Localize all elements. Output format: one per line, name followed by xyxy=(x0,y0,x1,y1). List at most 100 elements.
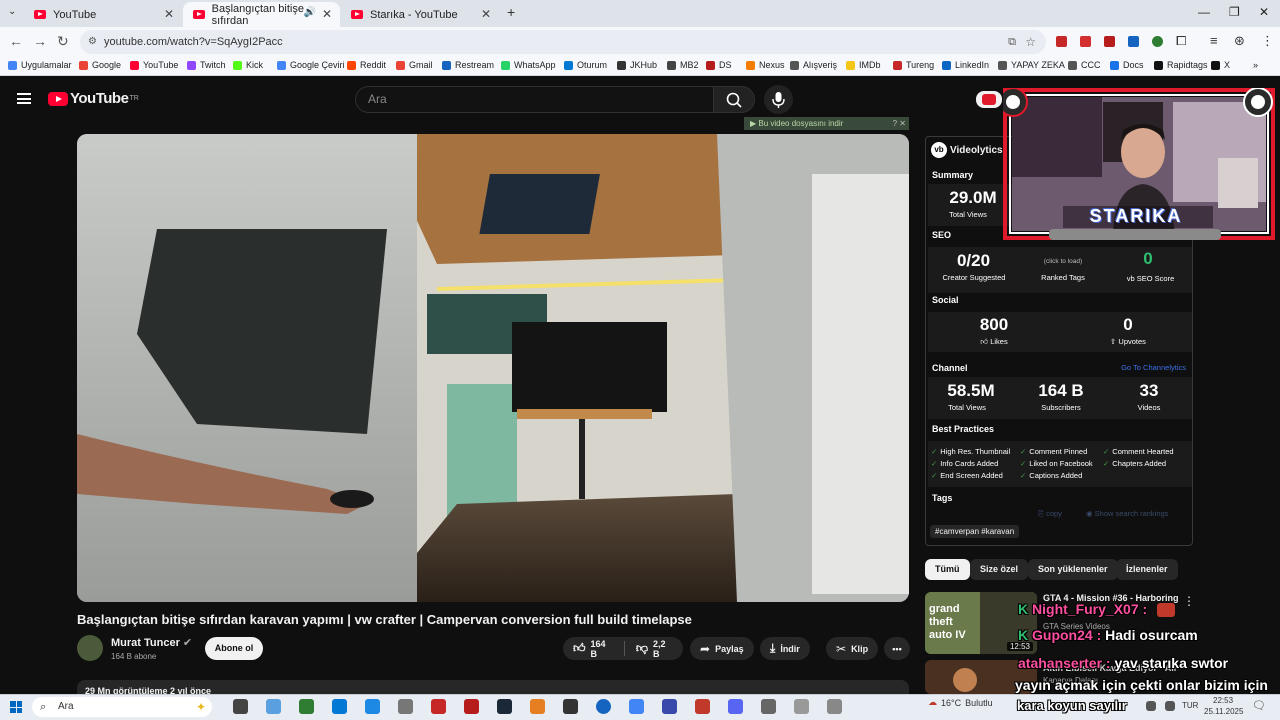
voice-search-button[interactable] xyxy=(764,85,793,114)
bookmark-item[interactable]: YAPAY ZEKA xyxy=(998,60,1065,70)
bookmark-item[interactable]: Reddit xyxy=(347,60,386,70)
profile-icon[interactable]: ⊛ xyxy=(1234,33,1245,49)
channel-avatar[interactable] xyxy=(77,635,103,661)
go-to-channelytics-link[interactable]: Go To Channelytics xyxy=(1121,363,1186,372)
bookmark-item[interactable]: Tureng xyxy=(893,60,934,70)
taskbar-app-icon[interactable] xyxy=(266,699,281,714)
bookmark-item[interactable]: IMDb xyxy=(846,60,881,70)
taskbar-app-icon[interactable] xyxy=(464,699,479,714)
windows-start-icon[interactable] xyxy=(10,701,22,713)
bookmark-item[interactable]: Restream xyxy=(442,60,494,70)
taskbar-app-icon[interactable] xyxy=(233,699,248,714)
download-button[interactable]: ⤓ İndir xyxy=(760,637,810,660)
bookmark-item[interactable]: Google Çeviri xyxy=(277,60,345,70)
youtube-logo[interactable]: YouTube TR xyxy=(48,90,139,107)
bookmark-item[interactable]: X xyxy=(1211,60,1230,70)
bookmark-item[interactable]: Alışveriş xyxy=(790,60,837,70)
bookmarks-overflow-icon[interactable]: » xyxy=(1253,60,1258,70)
taskbar-app-icon[interactable] xyxy=(497,699,512,714)
clock-time[interactable]: 22:53 xyxy=(1213,696,1233,705)
rec-more-icon[interactable]: ⋮ xyxy=(1183,594,1195,608)
taskbar-app-icon[interactable] xyxy=(728,699,743,714)
taskbar-app-icon[interactable] xyxy=(662,699,677,714)
new-tab-icon[interactable]: + xyxy=(507,4,515,20)
taskbar-app-icon[interactable] xyxy=(365,699,380,714)
chip-watched[interactable]: İzlenenler xyxy=(1116,559,1178,580)
hamburger-menu-icon[interactable] xyxy=(17,93,31,104)
tab-youtube[interactable]: YouTube ✕ xyxy=(24,2,182,27)
taskbar-app-icon[interactable] xyxy=(332,699,347,714)
video-player[interactable] xyxy=(77,134,909,602)
show-rankings-button[interactable]: ◉ Show search rankings xyxy=(1086,509,1168,518)
tag-chip[interactable]: #camverpan #karavan xyxy=(930,525,1020,538)
bookmark-item[interactable]: Uygulamalar xyxy=(8,60,72,70)
bookmark-item[interactable]: Docs xyxy=(1110,60,1144,70)
more-actions-button[interactable]: ••• xyxy=(884,637,910,660)
extension-icon[interactable] xyxy=(1152,36,1163,47)
taskbar-app-icon[interactable] xyxy=(563,699,578,714)
bookmark-item[interactable]: Rapidtags xyxy=(1154,60,1208,70)
close-tab-icon[interactable]: ✕ xyxy=(322,7,332,21)
bookmark-item[interactable]: Oturum xyxy=(564,60,607,70)
forward-icon[interactable]: → xyxy=(33,33,47,49)
bookmark-item[interactable]: Kick xyxy=(233,60,263,70)
close-tab-icon[interactable]: ✕ xyxy=(481,7,491,21)
share-button[interactable]: ➦ Paylaş xyxy=(690,637,754,660)
install-app-icon[interactable]: ⧉ xyxy=(1008,30,1016,54)
taskbar-app-icon[interactable] xyxy=(794,699,809,714)
tab-starika[interactable]: Starıka - YouTube ✕ xyxy=(341,2,499,27)
taskbar-app-icon[interactable] xyxy=(629,699,644,714)
ranked-tags-hint[interactable]: (click to load) xyxy=(1023,258,1103,265)
speaker-icon[interactable]: 🔊 xyxy=(304,7,316,18)
extension-icon[interactable] xyxy=(1080,36,1091,47)
maximize-icon[interactable]: ❐ xyxy=(1229,5,1240,19)
menu-kebab-icon[interactable]: ⋮ xyxy=(1261,33,1274,49)
taskbar-search-input[interactable]: ⌕ Ara ✦ xyxy=(32,697,212,717)
reload-icon[interactable]: ↻ xyxy=(57,33,69,50)
extension-icon[interactable] xyxy=(1128,36,1139,47)
close-tab-icon[interactable]: ✕ xyxy=(164,7,174,21)
search-button[interactable] xyxy=(713,86,755,113)
bookmark-item[interactable]: JKHub xyxy=(617,60,657,70)
chip-recently-uploaded[interactable]: Son yüklenenler xyxy=(1028,559,1118,580)
taskbar-app-icon[interactable] xyxy=(299,699,314,714)
taskbar-app-icon[interactable] xyxy=(398,699,413,714)
extension-icon[interactable] xyxy=(1056,36,1067,47)
close-banner-icon[interactable]: ? ✕ xyxy=(893,117,906,130)
tab-search-icon[interactable]: ⌄ xyxy=(8,6,16,17)
bookmark-star-icon[interactable]: ☆ xyxy=(1025,30,1036,54)
search-input[interactable]: Ara xyxy=(355,86,713,113)
pdf-extension-icon[interactable] xyxy=(1104,36,1115,47)
bookmark-item[interactable]: WhatsApp xyxy=(501,60,556,70)
input-language[interactable]: TUR xyxy=(1182,701,1198,710)
minimize-icon[interactable]: — xyxy=(1198,5,1210,19)
bookmark-item[interactable]: Gmail xyxy=(396,60,433,70)
bookmark-item[interactable]: Twitch xyxy=(187,60,226,70)
taskbar-app-icon[interactable] xyxy=(596,699,611,714)
copy-tags-button[interactable]: ⎘ copy xyxy=(1038,509,1062,519)
taskbar-app-icon[interactable] xyxy=(530,699,545,714)
window-close-icon[interactable]: ✕ xyxy=(1259,5,1269,19)
back-icon[interactable]: ← xyxy=(9,33,23,49)
dislike-button[interactable]: 👎︎ 2,2 B xyxy=(636,639,673,659)
system-tray-icon[interactable] xyxy=(1146,701,1156,711)
clock-date[interactable]: 25.11.2025 xyxy=(1204,707,1243,716)
bookmark-item[interactable]: Google xyxy=(79,60,121,70)
chip-for-you[interactable]: Size özel xyxy=(970,559,1029,580)
chip-all[interactable]: Tümü xyxy=(925,559,970,580)
bookmark-item[interactable]: MB2 xyxy=(667,60,699,70)
site-info-icon[interactable]: ⚙ xyxy=(88,30,97,54)
download-video-banner[interactable]: ▶ Bu video dosyasını indir ? ✕ xyxy=(744,117,909,130)
channel-name[interactable]: Murat Tuncer ✔ xyxy=(111,636,192,649)
tab-current-video[interactable]: Başlangıçtan bitişe sıfırdan 🔊 ✕ xyxy=(183,2,340,27)
taskbar-app-icon[interactable] xyxy=(827,699,842,714)
extensions-puzzle-icon[interactable]: ⧠ xyxy=(1176,33,1186,49)
bookmark-item[interactable]: Nexus xyxy=(746,60,785,70)
system-tray-icon[interactable] xyxy=(1165,701,1175,711)
taskbar-app-icon[interactable] xyxy=(695,699,710,714)
address-bar[interactable]: ⚙ youtube.com/watch?v=SqAygI2Pacc ⧉ ☆ xyxy=(80,30,1046,54)
bookmark-item[interactable]: YouTube xyxy=(130,60,178,70)
bookmark-item[interactable]: LinkedIn xyxy=(942,60,989,70)
subscribe-button[interactable]: Abone ol xyxy=(205,637,263,660)
like-button[interactable]: 👍︎ 164 B xyxy=(573,639,613,659)
